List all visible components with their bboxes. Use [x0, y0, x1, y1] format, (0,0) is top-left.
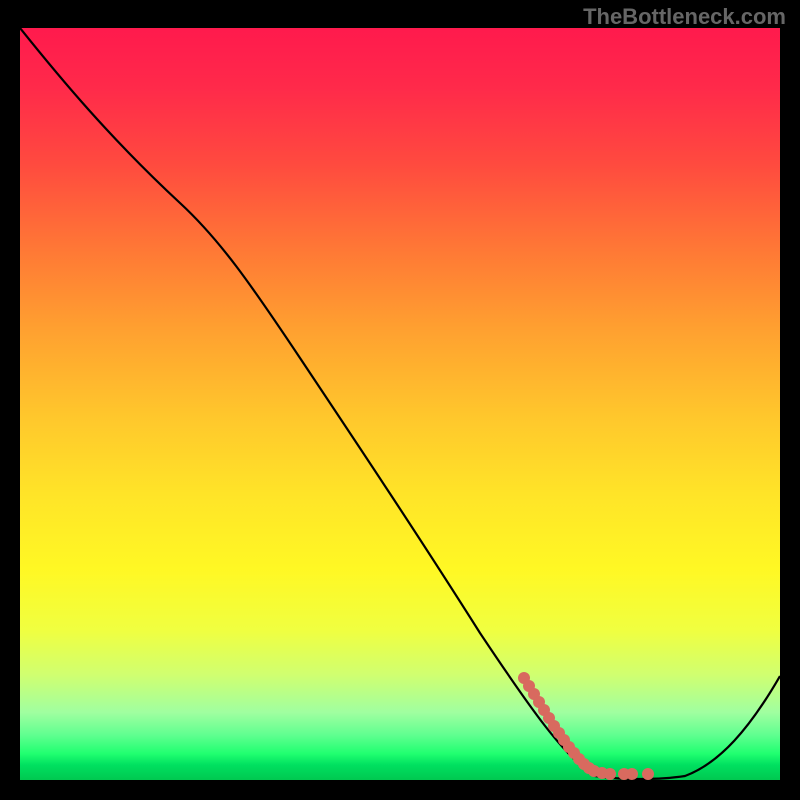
watermark-text: TheBottleneck.com — [583, 4, 786, 30]
highlight-dots — [20, 28, 780, 780]
chart-plot-area — [20, 28, 780, 780]
